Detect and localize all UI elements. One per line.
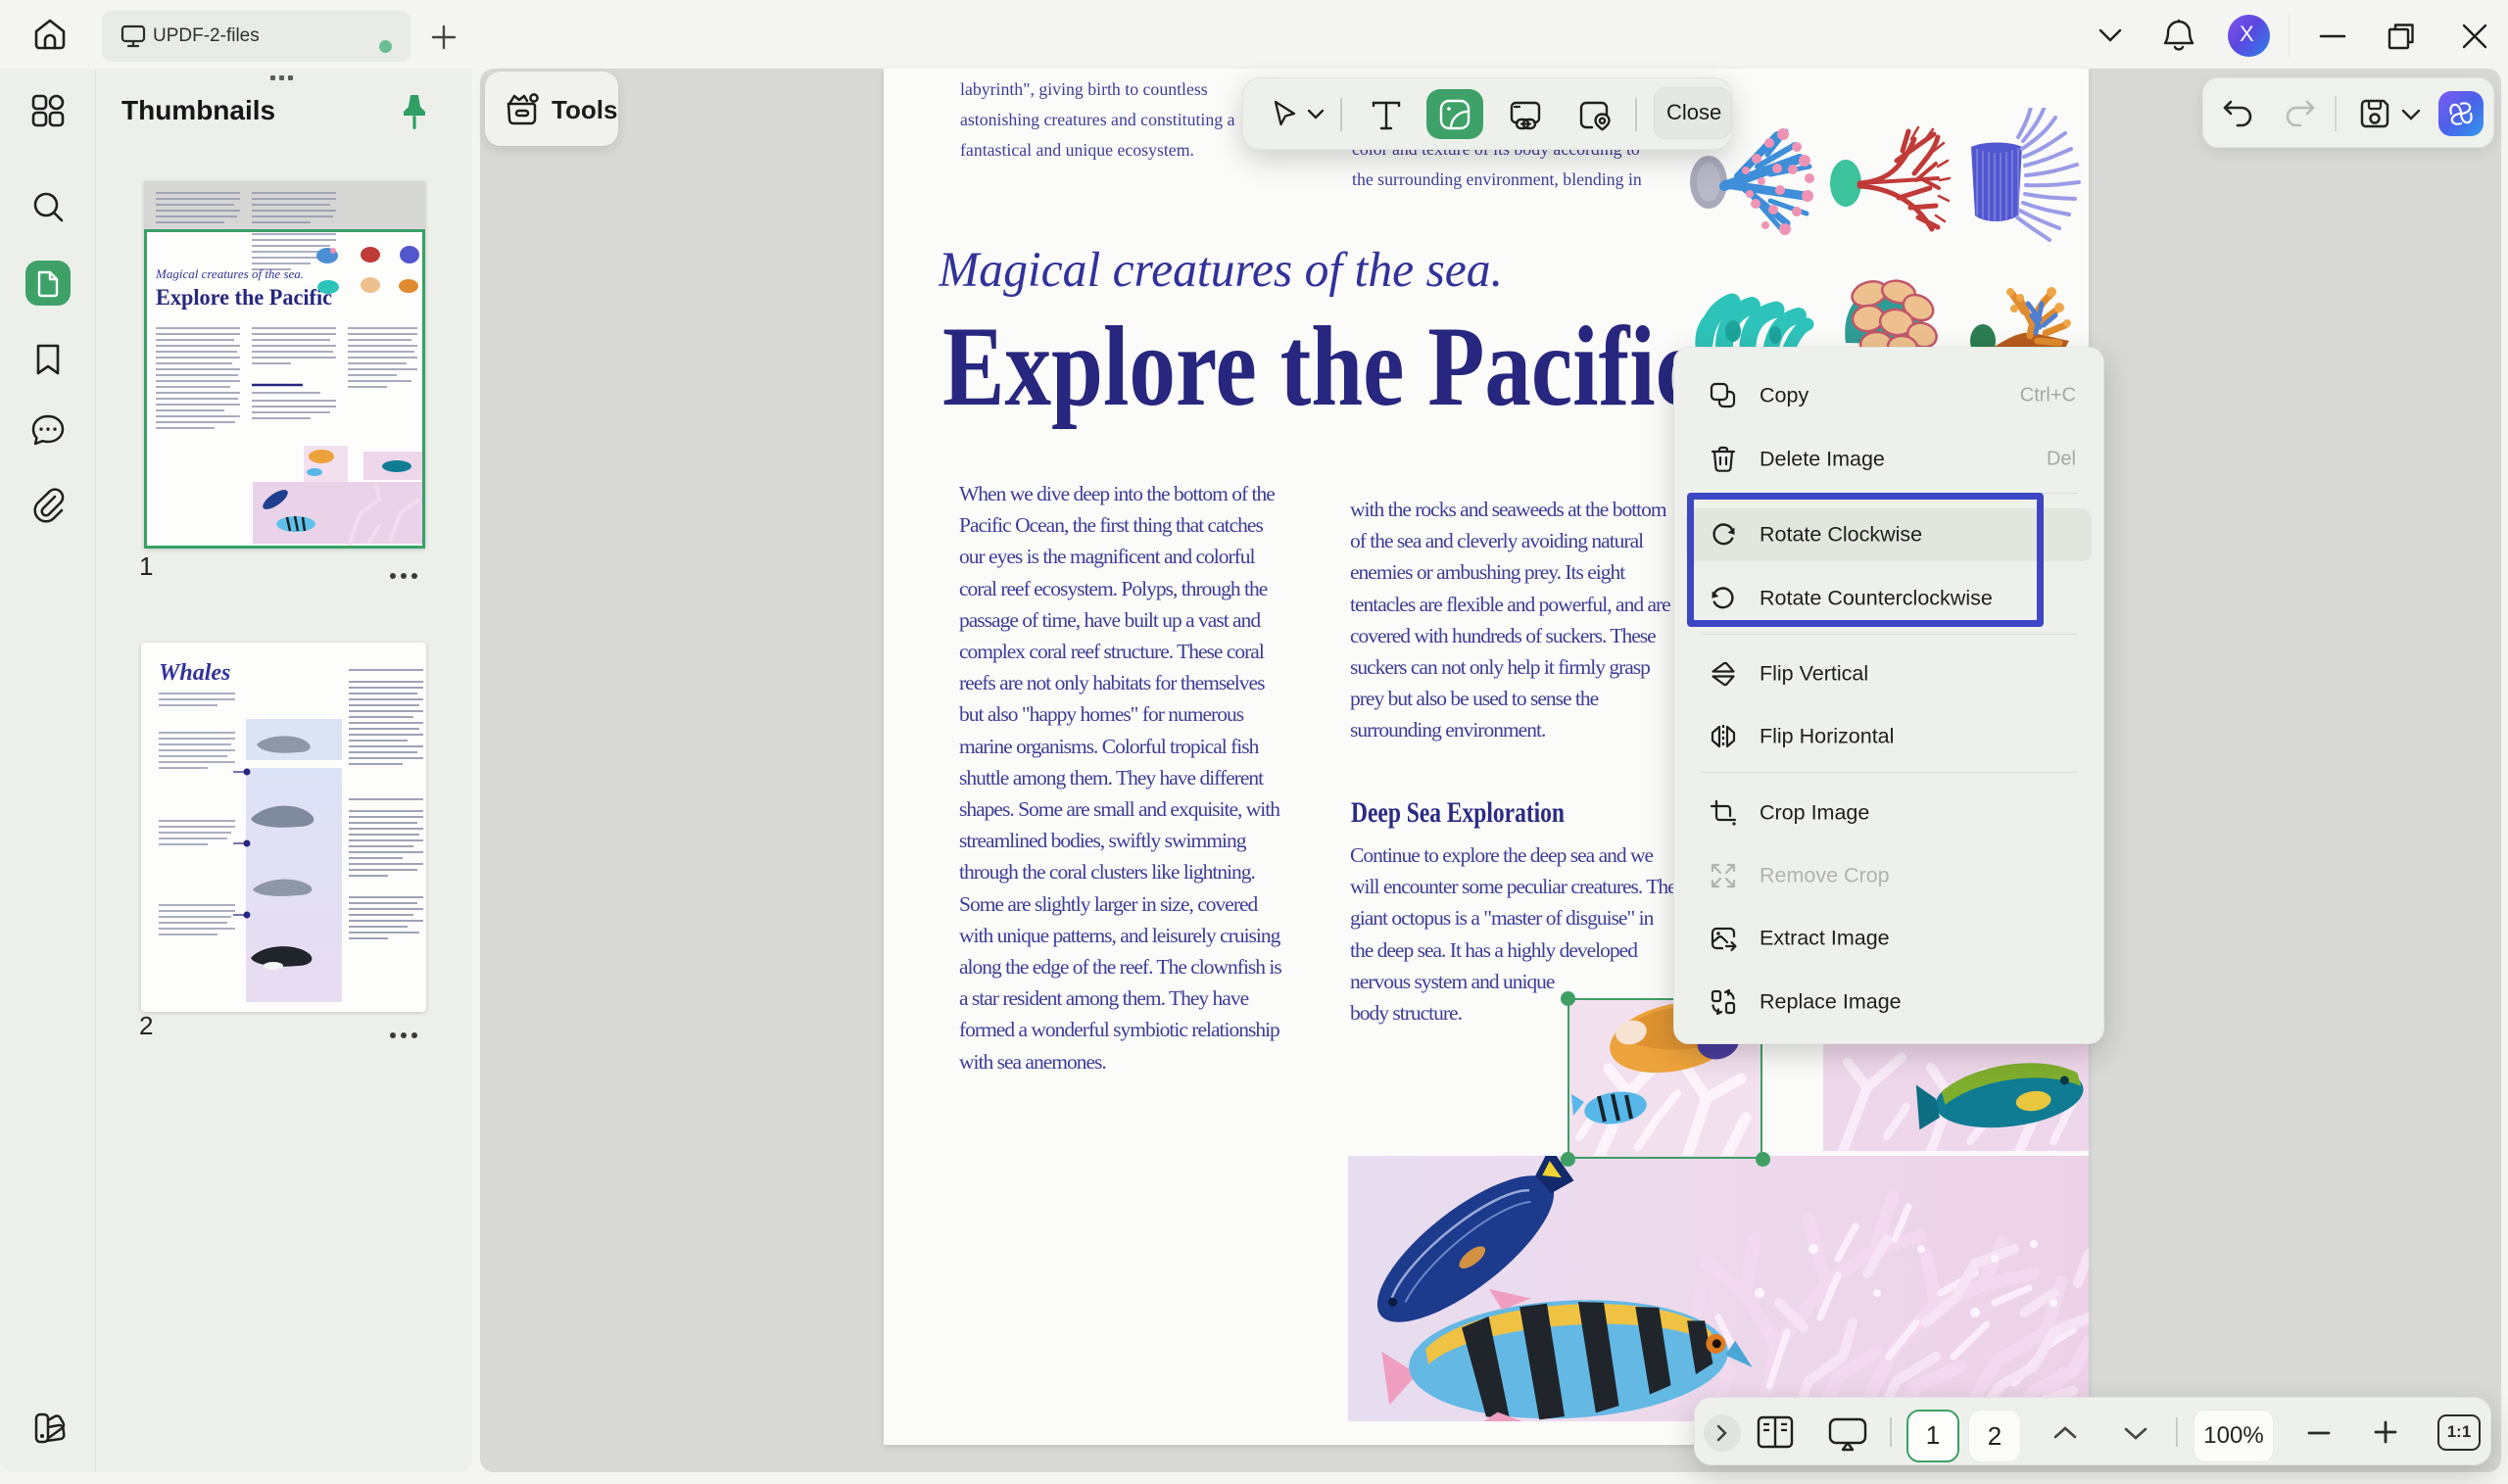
svg-text:Whales: Whales bbox=[159, 660, 230, 686]
svg-text:Explore the Pacific: Explore the Pacific bbox=[942, 304, 1697, 430]
svg-text:Deep Sea Exploration: Deep Sea Exploration bbox=[1351, 796, 1565, 829]
svg-text:Magical creatures of the sea.: Magical creatures of the sea. bbox=[939, 243, 1503, 298]
